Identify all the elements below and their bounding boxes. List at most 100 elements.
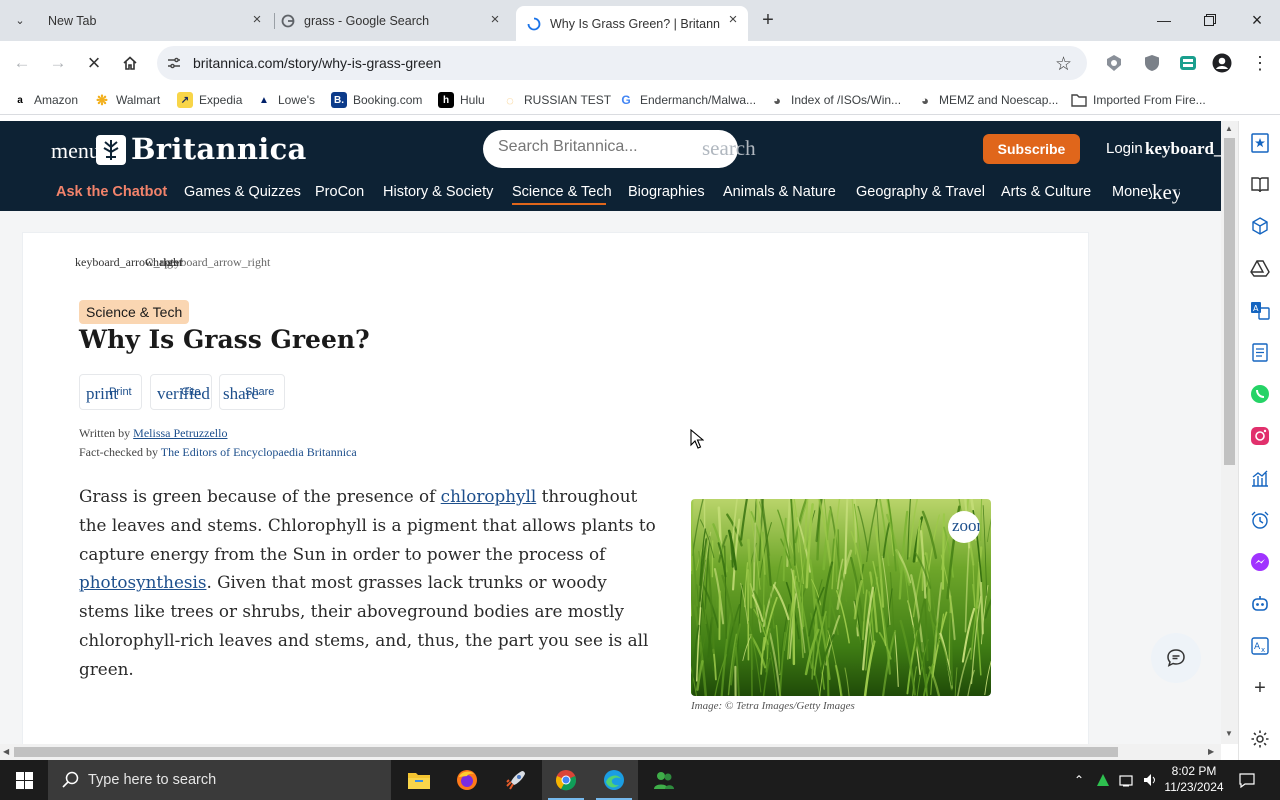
tab-search-dropdown-icon[interactable]: ⌄: [8, 8, 32, 32]
site-info-icon[interactable]: [166, 55, 182, 76]
author-link[interactable]: Melissa Petruzzello: [133, 426, 227, 440]
tab-close-icon[interactable]: ×: [724, 11, 742, 29]
scroll-right-arrow-icon[interactable]: ▶: [1208, 747, 1214, 756]
translator-icon[interactable]: Ax: [1249, 635, 1271, 657]
instagram-icon[interactable]: [1249, 425, 1271, 447]
horizontal-scrollbar[interactable]: ◀ ▶: [0, 744, 1221, 760]
windows-start-icon[interactable]: [0, 760, 48, 800]
taskbar-clock[interactable]: 8:02 PM 11/23/2024: [1162, 763, 1226, 795]
tab-google-search[interactable]: grass - Google Search ×: [280, 6, 510, 35]
nav-biographies[interactable]: Biographies: [628, 184, 705, 200]
bookmark-lowes[interactable]: ▲ Lowe's: [256, 92, 315, 108]
messenger-icon[interactable]: [1249, 551, 1271, 573]
nav-money[interactable]: Money: [1112, 184, 1156, 200]
nav-more-chevron-icon[interactable]: keyboard_arrow_down: [1152, 180, 1180, 204]
restore-icon[interactable]: [1187, 0, 1233, 40]
nav-arts-culture[interactable]: Arts & Culture: [1001, 184, 1091, 200]
bookmark-endermanch[interactable]: G Endermanch/Malwa...: [618, 92, 756, 108]
fact-checker-link[interactable]: The Editors of Encyclopaedia Britannica: [161, 445, 357, 459]
site-search-input[interactable]: [498, 138, 698, 156]
notes-list-icon[interactable]: [1249, 341, 1271, 363]
photosynthesis-link[interactable]: photosynthesis: [79, 572, 206, 592]
scroll-up-arrow-icon[interactable]: ▲: [1225, 124, 1233, 133]
reading-book-icon[interactable]: [1249, 174, 1271, 196]
nav-history-society[interactable]: History & Society: [383, 184, 493, 200]
people-app-icon[interactable]: [640, 760, 688, 800]
alarm-clock-icon[interactable]: [1249, 509, 1271, 531]
close-window-icon[interactable]: ×: [1234, 0, 1280, 40]
analytics-chart-icon[interactable]: [1249, 467, 1271, 489]
translate-icon[interactable]: A: [1249, 299, 1271, 321]
add-sidebar-plus-icon[interactable]: +: [1249, 677, 1271, 699]
home-icon[interactable]: [118, 51, 142, 75]
browser-menu-kebab-icon[interactable]: ⋮: [1250, 53, 1270, 73]
chlorophyll-link[interactable]: chlorophyll: [441, 486, 537, 506]
britannica-logo-text[interactable]: Britannica: [131, 132, 307, 166]
new-tab-plus-icon[interactable]: +: [756, 8, 780, 32]
bookmark-memz[interactable]: ◕ MEMZ and Noescap...: [917, 92, 1058, 108]
favorites-star-icon[interactable]: [1249, 132, 1271, 154]
nav-ask-chatbot[interactable]: Ask the Chatbot: [56, 184, 167, 200]
login-button[interactable]: Login: [1106, 140, 1143, 157]
stop-loading-icon[interactable]: ×: [82, 50, 106, 75]
tray-volume-icon[interactable]: [1140, 760, 1160, 800]
tab-new-tab[interactable]: New Tab ×: [40, 6, 272, 35]
grass-photo[interactable]: [691, 499, 991, 696]
tab-britannica[interactable]: Why Is Grass Green? | Britannica ×: [516, 6, 748, 41]
notification-center-icon[interactable]: [1236, 760, 1258, 800]
vertical-scrollbar[interactable]: ▲ ▼: [1221, 121, 1238, 744]
rocket-app-icon[interactable]: [492, 760, 540, 800]
tray-network-person-icon[interactable]: [1093, 760, 1113, 800]
topic-badge[interactable]: Science & Tech: [79, 300, 190, 324]
extension-shield-icon[interactable]: [1104, 53, 1124, 73]
site-search-box[interactable]: [483, 130, 738, 168]
subscribe-button[interactable]: Subscribe: [983, 134, 1080, 164]
bookmark-index-isos[interactable]: ◕ Index of /ISOs/Win...: [769, 92, 901, 108]
tray-wifi-icon[interactable]: [1117, 760, 1137, 800]
forward-arrow-icon[interactable]: →: [46, 51, 70, 75]
bookmark-folder-imported[interactable]: Imported From Fire...: [1071, 92, 1206, 108]
taskbar-search-box[interactable]: Type here to search: [48, 760, 391, 800]
bookmark-hulu[interactable]: h Hulu: [438, 92, 485, 108]
search-icon[interactable]: search: [702, 136, 756, 161]
nav-science-tech[interactable]: Science & Tech: [512, 184, 612, 200]
extension-puzzle-icon[interactable]: [1178, 53, 1198, 73]
scroll-left-arrow-icon[interactable]: ◀: [3, 747, 9, 756]
address-bar[interactable]: britannica.com/story/why-is-grass-green …: [157, 46, 1087, 80]
scroll-down-arrow-icon[interactable]: ▼: [1225, 729, 1233, 738]
sidebar-settings-gear-icon[interactable]: [1249, 728, 1271, 750]
bookmark-expedia[interactable]: ↗ Expedia: [177, 92, 242, 108]
drive-triangle-icon[interactable]: [1249, 257, 1271, 279]
cube-box-icon[interactable]: [1249, 215, 1271, 237]
zoom-in-button[interactable]: zoom_in: [948, 511, 980, 543]
nav-procon[interactable]: ProCon: [315, 184, 364, 200]
back-arrow-icon[interactable]: ←: [10, 51, 34, 75]
chat-feedback-button[interactable]: [1151, 633, 1201, 683]
whatsapp-icon[interactable]: [1249, 383, 1271, 405]
menu-button[interactable]: menu: [51, 138, 100, 164]
bookmark-amazon[interactable]: a Amazon: [12, 92, 78, 108]
britannica-thistle-logo-icon[interactable]: [96, 135, 126, 165]
bookmark-russian-test[interactable]: ◌ RUSSIAN TEST: [502, 92, 611, 108]
chrome-icon[interactable]: [542, 760, 590, 800]
vertical-scroll-thumb[interactable]: [1224, 138, 1235, 465]
file-explorer-icon[interactable]: [395, 760, 443, 800]
bot-assistant-icon[interactable]: [1249, 593, 1271, 615]
print-button[interactable]: print Print: [79, 374, 142, 410]
edge-browser-icon[interactable]: [590, 760, 638, 800]
extension-ublock-icon[interactable]: [1142, 53, 1162, 73]
firefox-icon[interactable]: [443, 760, 491, 800]
cite-button[interactable]: verified Cite: [150, 374, 212, 410]
bookmark-walmart[interactable]: ❋ Walmart: [94, 92, 160, 108]
login-chevron-down-icon[interactable]: keyboard_arrow_down: [1145, 139, 1221, 159]
share-button[interactable]: share Share: [219, 374, 285, 410]
nav-geography-travel[interactable]: Geography & Travel: [856, 184, 985, 200]
tray-chevron-up-icon[interactable]: ⌃: [1070, 760, 1088, 800]
bookmark-booking[interactable]: B. Booking.com: [331, 92, 422, 108]
tab-close-icon[interactable]: ×: [248, 11, 266, 29]
profile-avatar-icon[interactable]: [1212, 53, 1232, 73]
nav-animals-nature[interactable]: Animals & Nature: [723, 184, 836, 200]
bookmark-star-icon[interactable]: ☆: [1055, 53, 1072, 76]
horizontal-scroll-thumb[interactable]: [14, 747, 1118, 757]
tab-close-icon[interactable]: ×: [486, 11, 504, 29]
